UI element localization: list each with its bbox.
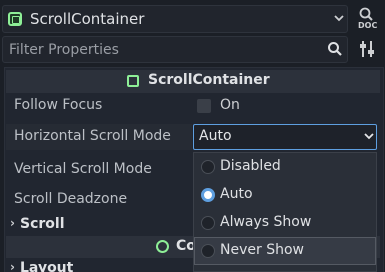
tools-icon <box>360 41 374 57</box>
tools-button[interactable] <box>356 38 378 60</box>
follow-focus-checkbox[interactable] <box>197 99 211 113</box>
chevron-right-icon: › <box>10 260 15 272</box>
menu-item-label: Auto <box>220 186 253 202</box>
horizontal-scroll-mode-value: Auto <box>199 128 232 144</box>
chevron-down-icon <box>333 12 345 27</box>
scroll-deadzone-label: Scroll Deadzone <box>14 191 128 207</box>
scroll-container-icon <box>8 12 22 26</box>
menu-item-label: Never Show <box>220 242 304 258</box>
vertical-scroll-mode-label: Vertical Scroll Mode <box>14 161 152 177</box>
scroll-container-icon <box>127 75 139 87</box>
horizontal-scroll-mode-label: Horizontal Scroll Mode <box>14 128 171 144</box>
search-icon <box>327 41 343 57</box>
menu-item-label: Always Show <box>220 214 312 230</box>
control-icon <box>156 240 169 253</box>
node-name: ScrollContainer <box>30 10 145 28</box>
follow-focus-label: Follow Focus <box>14 97 103 113</box>
node-selector[interactable]: ScrollContainer <box>2 5 348 33</box>
menu-item-label: Disabled <box>220 158 281 174</box>
chevron-right-icon: › <box>10 216 15 230</box>
chevron-down-icon <box>363 130 375 145</box>
scroll-group-label: Scroll <box>20 216 65 232</box>
doc-label: DOC <box>358 21 378 30</box>
radio-disabled <box>201 160 215 174</box>
section-title: ScrollContainer <box>148 72 270 88</box>
radio-auto <box>201 188 215 202</box>
filter-properties-input[interactable] <box>2 36 348 63</box>
radio-never-show <box>201 244 215 258</box>
radio-always-show <box>201 216 215 230</box>
doc-button[interactable]: DOC <box>356 6 380 32</box>
follow-focus-value[interactable]: On <box>220 97 240 113</box>
layout-group-label: Layout <box>20 260 74 272</box>
